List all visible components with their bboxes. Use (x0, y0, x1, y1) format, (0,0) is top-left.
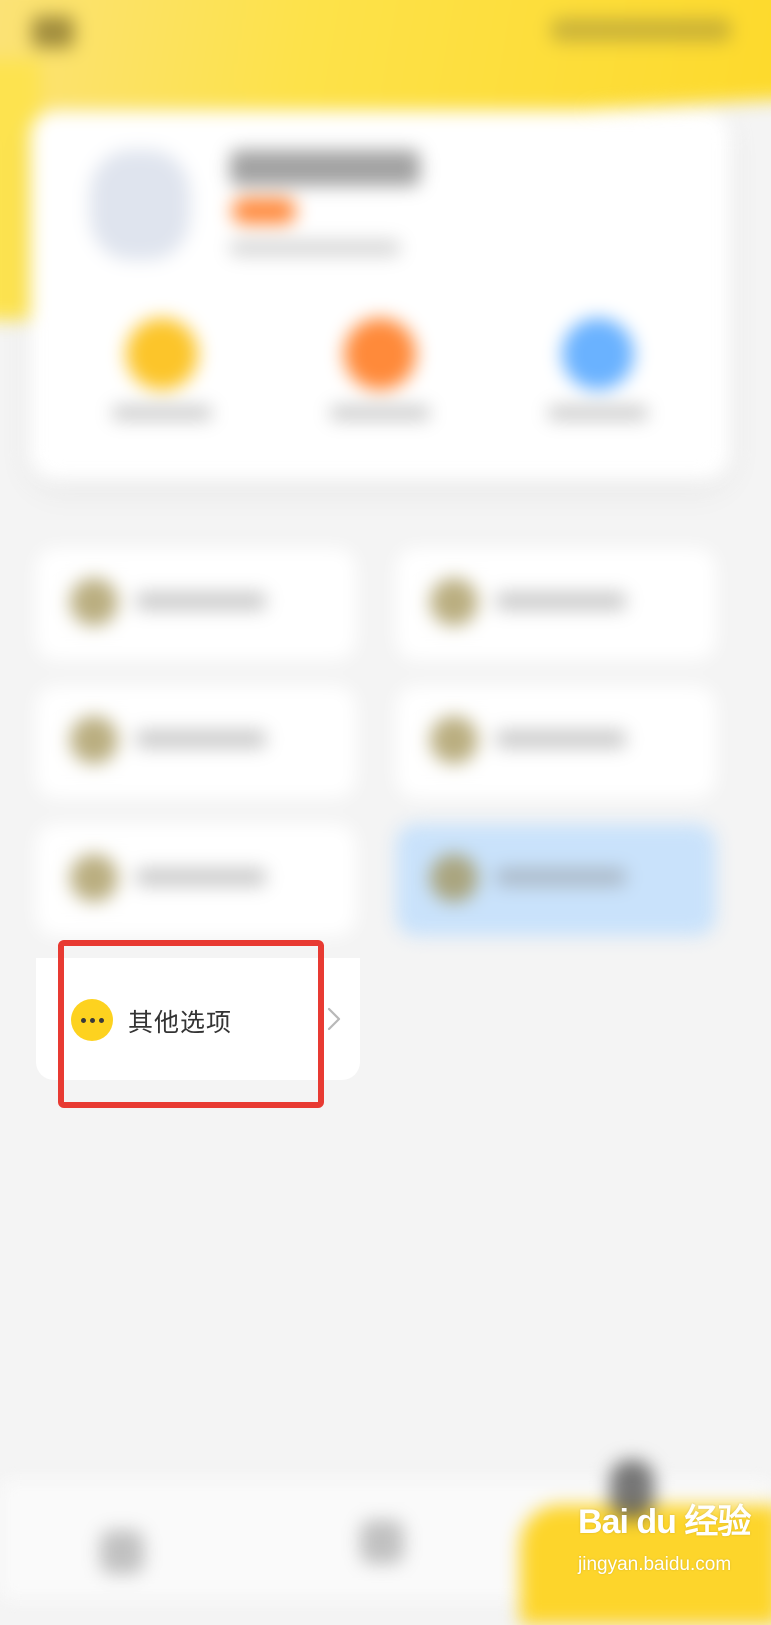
menu-tile-5[interactable] (36, 824, 356, 936)
header-actions[interactable] (551, 18, 731, 42)
highlight-box (58, 940, 324, 1108)
menu-tile-icon (70, 716, 118, 764)
quick-action-label-2 (330, 406, 430, 420)
menu-tile-1[interactable] (36, 548, 356, 660)
nav-home-icon[interactable] (100, 1530, 144, 1574)
quick-action-label-1 (112, 406, 212, 420)
back-icon[interactable] (32, 16, 74, 48)
menu-tile-4[interactable] (396, 686, 716, 798)
menu-tile-label (136, 868, 266, 886)
user-name (230, 150, 420, 186)
menu-tile-icon (70, 578, 118, 626)
menu-tile-2[interactable] (396, 548, 716, 660)
menu-tile-icon (70, 854, 118, 902)
avatar[interactable] (90, 150, 190, 260)
nav-discover-icon[interactable] (360, 1520, 404, 1564)
quick-action-icon-2[interactable] (344, 318, 416, 390)
quick-action-label-3 (548, 406, 648, 420)
menu-tile-6[interactable] (396, 824, 716, 936)
menu-tile-label (496, 592, 626, 610)
menu-tile-icon (430, 578, 478, 626)
baidu-jingyan-watermark: Bai du 经验 jingyan.baidu.com (578, 1494, 758, 1590)
menu-tile-label (136, 592, 266, 610)
level-badge (232, 198, 296, 224)
menu-tile-icon (430, 854, 478, 902)
quick-action-icon-3[interactable] (562, 318, 634, 390)
blurred-background (0, 0, 771, 1625)
menu-tile-label (136, 730, 266, 748)
menu-tile-icon (430, 716, 478, 764)
menu-tile-3[interactable] (36, 686, 356, 798)
watermark-url: jingyan.baidu.com (578, 1554, 732, 1575)
user-subtitle (230, 240, 400, 256)
quick-action-icon-1[interactable] (126, 318, 198, 390)
menu-tile-label (496, 868, 626, 886)
menu-tile-label (496, 730, 626, 748)
chevron-right-icon (327, 1007, 341, 1031)
watermark-brand: Bai du 经验 (578, 1503, 751, 1541)
